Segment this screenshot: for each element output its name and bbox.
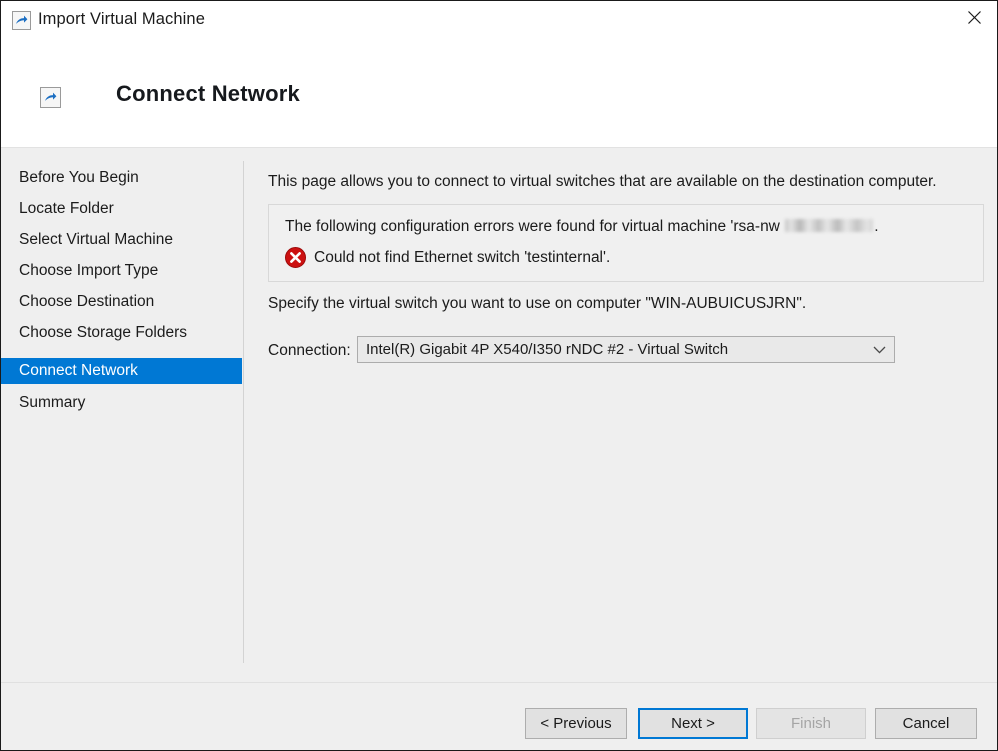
footer-button-bar: < Previous Next > Finish Cancel	[1, 682, 997, 750]
main-content: This page allows you to connect to virtu…	[244, 148, 997, 682]
next-button[interactable]: Next >	[638, 708, 748, 739]
sidebar-item-before-you-begin[interactable]: Before You Begin	[1, 165, 242, 191]
page-header: Connect Network	[1, 39, 997, 148]
page-body: Before You Begin Locate Folder Select Vi…	[1, 148, 997, 682]
error-headline: The following configuration errors were …	[285, 218, 879, 236]
page-title: Connect Network	[116, 81, 300, 107]
cancel-button[interactable]: Cancel	[875, 708, 977, 739]
sidebar-item-choose-storage-folders[interactable]: Choose Storage Folders	[1, 320, 242, 346]
intro-text: This page allows you to connect to virtu…	[268, 173, 937, 191]
error-circle-icon	[285, 247, 306, 268]
sidebar-item-locate-folder[interactable]: Locate Folder	[1, 196, 242, 222]
title-bar: Import Virtual Machine	[1, 1, 997, 39]
connection-label: Connection:	[268, 342, 351, 360]
chevron-down-icon	[873, 337, 886, 362]
error-row: Could not find Ethernet switch 'testinte…	[285, 247, 610, 268]
sidebar-item-connect-network[interactable]: Connect Network	[1, 358, 242, 384]
connection-selected-value: Intel(R) Gigabit 4P X540/I350 rNDC #2 - …	[366, 337, 728, 362]
wizard-steps-sidebar: Before You Begin Locate Folder Select Vi…	[1, 148, 242, 682]
window-title: Import Virtual Machine	[38, 10, 205, 29]
finish-button: Finish	[756, 708, 866, 739]
sidebar-item-choose-destination[interactable]: Choose Destination	[1, 289, 242, 315]
close-button[interactable]	[951, 1, 997, 33]
connection-dropdown[interactable]: Intel(R) Gigabit 4P X540/I350 rNDC #2 - …	[357, 336, 895, 363]
sidebar-item-summary[interactable]: Summary	[1, 390, 242, 416]
redacted-vm-name: redacted	[785, 219, 873, 232]
error-headline-suffix: .	[874, 218, 878, 235]
error-headline-prefix: The following configuration errors were …	[285, 218, 784, 235]
previous-button[interactable]: < Previous	[525, 708, 627, 739]
import-arrow-icon	[12, 11, 31, 30]
close-icon	[968, 11, 981, 24]
import-arrow-icon	[40, 87, 61, 108]
import-virtual-machine-window: Import Virtual Machine Connect Network B…	[0, 0, 998, 751]
configuration-errors-panel: The following configuration errors were …	[268, 204, 984, 282]
error-message: Could not find Ethernet switch 'testinte…	[314, 249, 610, 267]
sidebar-item-select-virtual-machine[interactable]: Select Virtual Machine	[1, 227, 242, 253]
sidebar-item-choose-import-type[interactable]: Choose Import Type	[1, 258, 242, 284]
specify-switch-text: Specify the virtual switch you want to u…	[268, 295, 806, 313]
